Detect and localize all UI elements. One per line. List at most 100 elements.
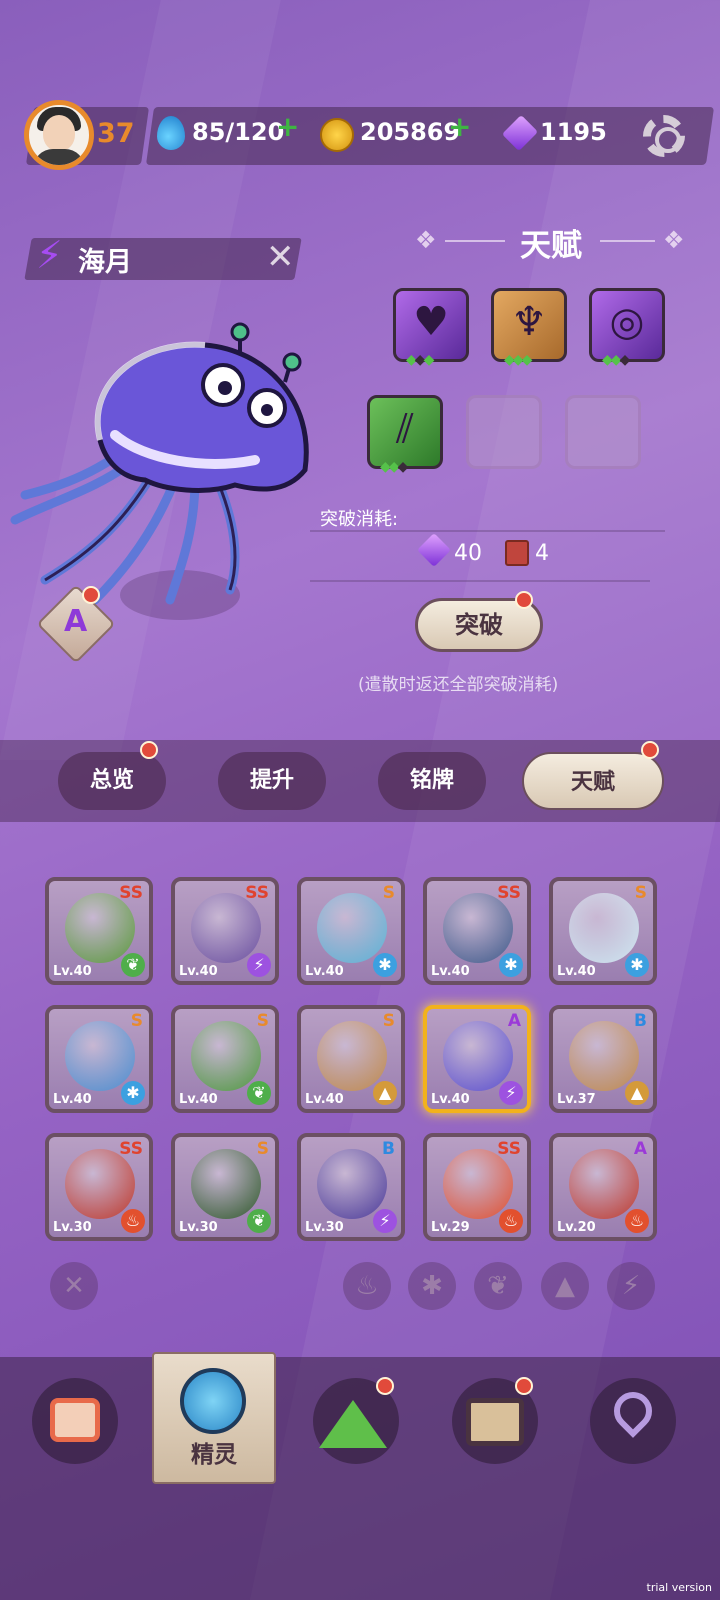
pet-card[interactable]: S Lv.40 ✱ xyxy=(45,1005,153,1113)
pet-level: Lv.40 xyxy=(305,1092,344,1107)
pet-level: Lv.40 xyxy=(179,964,218,979)
tab-overview[interactable]: 总览 xyxy=(58,752,166,810)
claw-slash-icon: ⫽ xyxy=(396,406,414,452)
divider xyxy=(310,580,650,582)
add-coins-button[interactable]: + xyxy=(448,110,471,143)
break-hint: (遣散时返还全部突破消耗) xyxy=(358,675,559,695)
pet-card[interactable]: S Lv.40 ▲ xyxy=(297,1005,405,1113)
bag-icon xyxy=(466,1398,524,1446)
book-cost-value: 4 xyxy=(535,541,549,566)
pet-card[interactable]: A Lv.40 ⚡ xyxy=(423,1005,531,1113)
pet-grade: SS xyxy=(119,883,143,903)
tab-talent[interactable]: 天赋 xyxy=(522,752,664,810)
fire-element-icon: ♨ xyxy=(499,1209,523,1233)
pet-name-plate xyxy=(24,238,302,280)
pet-portrait xyxy=(569,1149,639,1219)
snow-filter-icon[interactable]: ✱ xyxy=(408,1262,456,1310)
coin-icon xyxy=(320,118,354,152)
pet-grade: SS xyxy=(245,883,269,903)
pet-card[interactable]: B Lv.37 ▲ xyxy=(549,1005,657,1113)
clear-filter-button[interactable]: ✕ xyxy=(50,1262,98,1310)
title-rule xyxy=(600,240,655,242)
pet-level: Lv.40 xyxy=(53,1092,92,1107)
pet-card[interactable]: S Lv.40 ✱ xyxy=(549,877,657,985)
pet-level: Lv.20 xyxy=(557,1220,596,1235)
notification-dot xyxy=(515,591,533,609)
pet-level: Lv.40 xyxy=(431,964,470,979)
nav-map-button[interactable] xyxy=(590,1378,676,1464)
talent-slot-locked[interactable] xyxy=(565,395,641,469)
pet-card[interactable]: SS Lv.40 ❦ xyxy=(45,877,153,985)
pet-grade: SS xyxy=(497,1139,521,1159)
leaf-element-icon: ❦ xyxy=(121,953,145,977)
mountain-icon xyxy=(319,1400,387,1448)
pet-card[interactable]: S Lv.30 ❦ xyxy=(171,1133,279,1241)
pet-level: Lv.40 xyxy=(305,964,344,979)
pet-portrait xyxy=(191,893,261,963)
bolt-element-icon: ⚡ xyxy=(499,1081,523,1105)
leaf-element-icon: ❦ xyxy=(247,1209,271,1233)
leaf-element-icon: ❦ xyxy=(247,1081,271,1105)
pet-grade: S xyxy=(634,883,647,903)
pet-portrait xyxy=(65,1021,135,1091)
pet-portrait xyxy=(569,1021,639,1091)
pet-card[interactable]: B Lv.30 ⚡ xyxy=(297,1133,405,1241)
gem-cost-icon xyxy=(417,533,451,567)
talent-slot-4[interactable]: ⫽ xyxy=(367,395,443,469)
talent-title: 天赋 xyxy=(520,228,582,264)
talent-slot-1[interactable]: ♥ xyxy=(393,288,469,362)
notification-dot xyxy=(515,1377,533,1395)
coins-value: 205869 xyxy=(360,118,461,146)
rock-filter-icon[interactable]: ▲ xyxy=(541,1262,589,1310)
pet-card[interactable]: SS Lv.40 ⚡ xyxy=(171,877,279,985)
notification-dot xyxy=(641,741,659,759)
bolt-element-icon: ⚡ xyxy=(247,953,271,977)
book-cost-icon xyxy=(505,540,529,566)
pet-grade: S xyxy=(382,1011,395,1031)
pet-grade: SS xyxy=(497,883,521,903)
pet-card[interactable]: SS Lv.30 ♨ xyxy=(45,1133,153,1241)
add-stamina-button[interactable]: + xyxy=(276,110,299,143)
bolt-element-icon: ⚡ xyxy=(36,233,63,277)
pet-card[interactable]: SS Lv.29 ♨ xyxy=(423,1133,531,1241)
pet-portrait xyxy=(443,1021,513,1091)
pet-portrait xyxy=(443,1149,513,1219)
tab-upgrade[interactable]: 提升 xyxy=(218,752,326,810)
tab-nameplate[interactable]: 铭牌 xyxy=(378,752,486,810)
pet-card[interactable]: S Lv.40 ❦ xyxy=(171,1005,279,1113)
map-pin-icon xyxy=(606,1384,660,1438)
talent-3-pips: ◆◆◆ xyxy=(602,352,630,368)
pet-grade: SS xyxy=(119,1139,143,1159)
pet-level: Lv.30 xyxy=(305,1220,344,1235)
pet-grade: A xyxy=(633,1139,647,1159)
ornament-right-icon: ❖ xyxy=(663,226,685,254)
bolt-filter-icon[interactable]: ⚡ xyxy=(607,1262,655,1310)
pet-grade-text: A xyxy=(64,604,88,639)
pet-name: 海月 xyxy=(78,247,132,278)
talent-slot-2[interactable]: ♆ xyxy=(491,288,567,362)
leaf-filter-icon[interactable]: ❦ xyxy=(474,1262,522,1310)
nav-device-button[interactable] xyxy=(32,1378,118,1464)
pet-grade: S xyxy=(130,1011,143,1031)
talent-slot-3[interactable]: ◎ xyxy=(589,288,665,362)
rock-element-icon: ▲ xyxy=(625,1081,649,1105)
ornament-left-icon: ❖ xyxy=(415,226,437,254)
close-icon[interactable]: ✕ xyxy=(266,240,295,274)
player-avatar[interactable] xyxy=(24,100,94,170)
fire-filter-icon[interactable]: ♨ xyxy=(343,1262,391,1310)
fire-element-icon: ♨ xyxy=(625,1209,649,1233)
pet-level: Lv.30 xyxy=(179,1220,218,1235)
pet-card[interactable]: S Lv.40 ✱ xyxy=(297,877,405,985)
pet-card[interactable]: SS Lv.40 ✱ xyxy=(423,877,531,985)
pet-level: Lv.29 xyxy=(431,1220,470,1235)
pet-grade: S xyxy=(382,883,395,903)
talent-slot-locked[interactable] xyxy=(466,395,542,469)
pet-level: Lv.40 xyxy=(557,964,596,979)
notification-dot xyxy=(140,741,158,759)
pet-portrait xyxy=(317,1021,387,1091)
pet-level: Lv.30 xyxy=(53,1220,92,1235)
gear-icon[interactable] xyxy=(643,115,685,157)
stamina-value: 85/120 xyxy=(192,118,285,146)
nav-pets-label: 精灵 xyxy=(191,1442,237,1468)
pet-card[interactable]: A Lv.20 ♨ xyxy=(549,1133,657,1241)
